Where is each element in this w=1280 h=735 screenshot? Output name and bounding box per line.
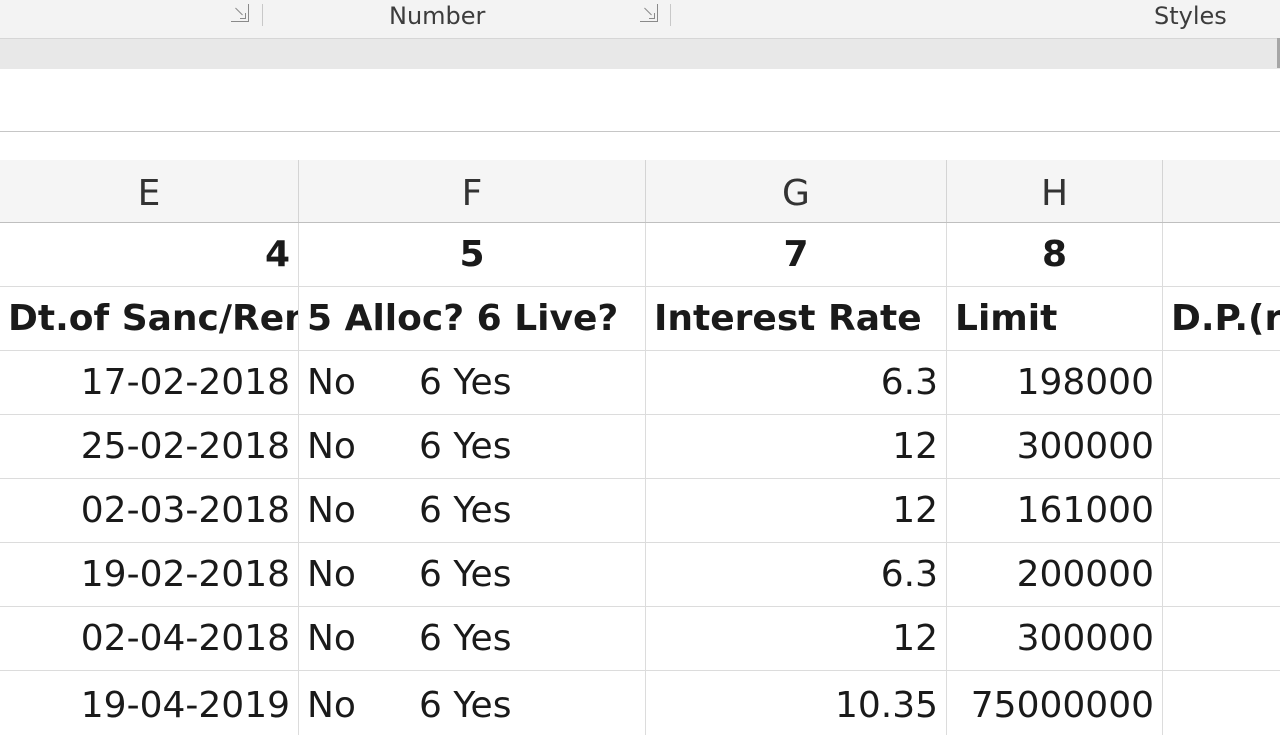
table-row: 4 5 7 8 [0,223,1280,287]
cell[interactable]: 300000 [947,415,1163,479]
cell[interactable] [1163,607,1280,671]
table-row: Dt.of Sanc/Ren 5 Alloc? 6 Live? Interest… [0,287,1280,351]
formula-bar [0,69,1280,133]
cell[interactable]: 25-02-2018 [0,415,299,479]
cell[interactable]: D.P.(r [1163,287,1280,351]
formula-input[interactable] [0,69,1280,133]
cell[interactable]: No 6 Yes [299,671,646,735]
cell[interactable]: No 6 Yes [299,351,646,415]
cell-text: No [307,554,356,595]
cell[interactable] [1163,671,1280,735]
cell[interactable]: 7 [646,223,947,287]
cell[interactable]: 6.3 [646,351,947,415]
dialog-launcher-icon[interactable] [640,4,658,22]
cell[interactable]: 198000 [947,351,1163,415]
cell[interactable]: 17-02-2018 [0,351,299,415]
column-header-e[interactable]: E [0,160,299,222]
cell-text: 6 Yes [419,554,512,595]
cell[interactable]: Interest Rate [646,287,947,351]
cell[interactable]: 12 [646,415,947,479]
table-row: 02-04-2018 No 6 Yes 12 300000 [0,607,1280,671]
cell[interactable]: Limit [947,287,1163,351]
cell[interactable]: No 6 Yes [299,415,646,479]
ribbon: Number Styles [0,0,1280,38]
ribbon-group-styles: Styles [1154,2,1227,30]
cell[interactable] [1163,351,1280,415]
dialog-launcher-icon[interactable] [231,4,249,22]
cell-text: No [307,426,356,467]
cell[interactable]: 4 [0,223,299,287]
cell-text: 6 Yes [419,685,512,726]
cell[interactable]: 8 [947,223,1163,287]
cell-text: No [307,362,356,403]
cell[interactable]: 6.3 [646,543,947,607]
cell[interactable]: 5 [299,223,646,287]
ribbon-separator [670,4,671,26]
cell[interactable] [1163,543,1280,607]
cell-text: No [307,490,356,531]
column-header-g[interactable]: G [646,160,947,222]
cell[interactable]: No 6 Yes [299,543,646,607]
ribbon-collapse-bar [0,38,1280,70]
cell[interactable]: 5 Alloc? 6 Live? [299,287,646,351]
column-headers: E F G H [0,160,1280,223]
column-header-h[interactable]: H [947,160,1163,222]
cell[interactable]: 300000 [947,607,1163,671]
table-row: 25-02-2018 No 6 Yes 12 300000 [0,415,1280,479]
cell[interactable]: 12 [646,479,947,543]
spreadsheet-grid: 4 5 7 8 Dt.of Sanc/Ren 5 Alloc? 6 Live? … [0,223,1280,735]
cell-text: 6 Yes [419,362,512,403]
cell[interactable]: No 6 Yes [299,607,646,671]
table-row: 19-04-2019 No 6 Yes 10.35 75000000 [0,671,1280,735]
ribbon-group-number: Number [389,2,486,30]
cell[interactable]: 10.35 [646,671,947,735]
cell-text: 6 Yes [419,490,512,531]
cell[interactable]: No 6 Yes [299,479,646,543]
column-header-i[interactable] [1163,160,1280,222]
cell[interactable] [1163,479,1280,543]
column-header-f[interactable]: F [299,160,646,222]
spacer [0,132,1280,160]
cell-text: No [307,685,356,726]
table-row: 17-02-2018 No 6 Yes 6.3 198000 [0,351,1280,415]
cell[interactable]: 02-03-2018 [0,479,299,543]
cell[interactable]: 12 [646,607,947,671]
cell[interactable]: 200000 [947,543,1163,607]
cell[interactable]: 75000000 [947,671,1163,735]
cell-text: No [307,618,356,659]
cell[interactable]: 19-04-2019 [0,671,299,735]
cell[interactable]: 161000 [947,479,1163,543]
cell[interactable]: Dt.of Sanc/Ren [0,287,299,351]
cell[interactable]: 19-02-2018 [0,543,299,607]
cell[interactable]: 02-04-2018 [0,607,299,671]
table-row: 19-02-2018 No 6 Yes 6.3 200000 [0,543,1280,607]
cell-text: 6 Yes [419,618,512,659]
ribbon-separator [262,4,263,26]
table-row: 02-03-2018 No 6 Yes 12 161000 [0,479,1280,543]
cell[interactable] [1163,223,1280,287]
cell[interactable] [1163,415,1280,479]
cell-text: 6 Yes [419,426,512,467]
